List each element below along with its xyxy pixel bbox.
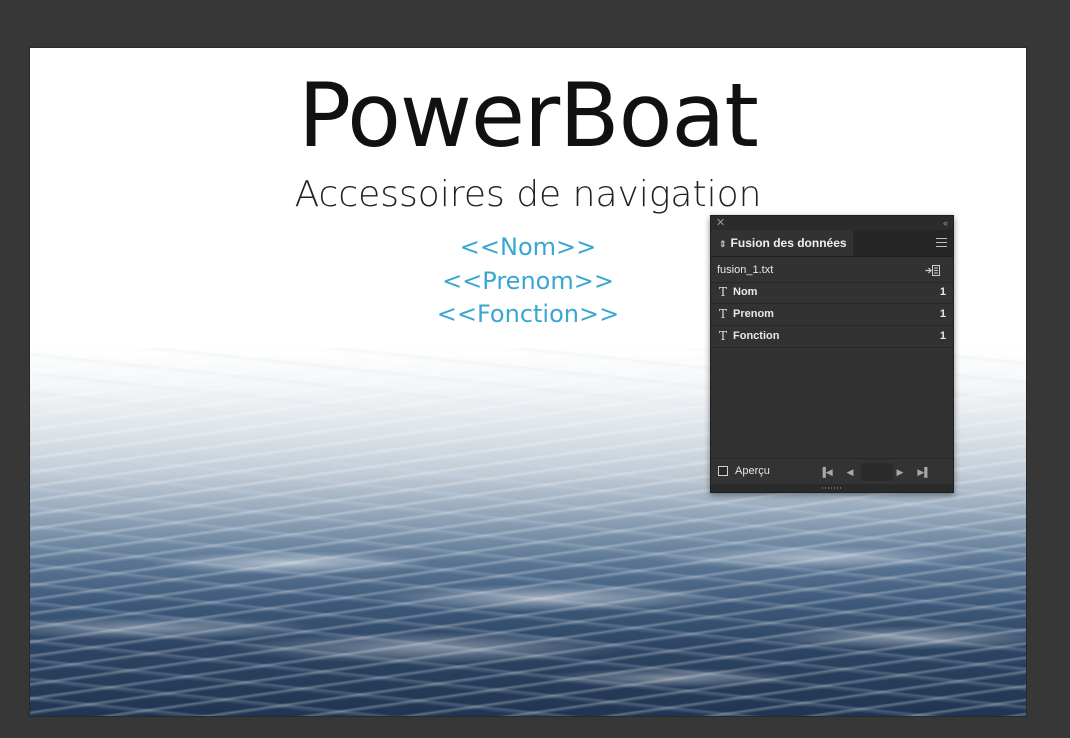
- preview-label[interactable]: Aperçu: [735, 465, 770, 477]
- import-data-source-icon[interactable]: [925, 264, 941, 277]
- field-count: 1: [939, 330, 946, 342]
- list-item[interactable]: T Fonction 1: [711, 326, 953, 348]
- previous-record-icon[interactable]: ◀: [843, 465, 857, 479]
- field-count: 1: [939, 308, 946, 320]
- list-item[interactable]: T Prenom 1: [711, 304, 953, 326]
- next-record-icon[interactable]: ▶: [893, 465, 907, 479]
- panel-title-bar[interactable]: ✕ ‹‹: [711, 216, 953, 230]
- field-name: Fonction: [733, 330, 780, 342]
- tab-label: Fusion des données: [730, 236, 847, 250]
- data-source-name: fusion_1.txt: [717, 264, 774, 276]
- preview-checkbox[interactable]: [718, 466, 728, 476]
- close-icon[interactable]: ✕: [716, 216, 725, 230]
- record-number-field[interactable]: [861, 463, 893, 481]
- tab-data-merge[interactable]: ⇕ Fusion des données: [711, 230, 853, 256]
- pasteboard: PowerBoat Accessoires de navigation <<No…: [0, 0, 1070, 738]
- text-field-icon: T: [719, 285, 728, 299]
- field-count: 1: [939, 286, 946, 298]
- data-source-row: fusion_1.txt: [711, 260, 953, 283]
- last-record-icon[interactable]: ▶▌: [917, 465, 931, 479]
- text-field-icon: T: [719, 307, 728, 321]
- panel-tab-bar: ⇕ Fusion des données: [711, 230, 953, 257]
- document-subtitle[interactable]: Accessoires de navigation: [30, 174, 1026, 216]
- double-chevron-left-icon[interactable]: ‹‹: [943, 216, 948, 230]
- first-record-icon[interactable]: ▐◀: [819, 465, 833, 479]
- list-item[interactable]: T Nom 1: [711, 282, 953, 304]
- field-name: Prenom: [733, 308, 774, 320]
- panel-footer: Aperçu ▐◀ ◀ ▶ ▶▌: [711, 458, 953, 485]
- panel-resize-grip[interactable]: [711, 484, 953, 492]
- text-field-icon: T: [719, 329, 728, 343]
- document-title[interactable]: PowerBoat: [30, 66, 1026, 166]
- updown-arrows-icon: ⇕: [719, 239, 727, 249]
- hamburger-menu-icon[interactable]: [936, 238, 947, 247]
- field-name: Nom: [733, 286, 758, 298]
- data-merge-panel: ✕ ‹‹ ⇕ Fusion des données fusion_1.txt T…: [710, 215, 954, 493]
